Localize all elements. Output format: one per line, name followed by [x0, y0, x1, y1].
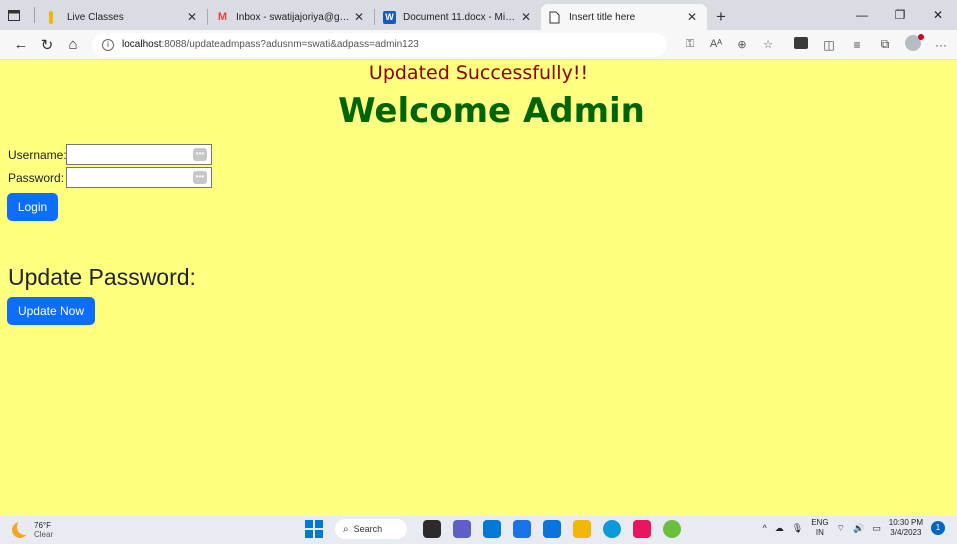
taskbar-apps: ⌕ Search: [305, 519, 687, 539]
notification-badge[interactable]: 1: [931, 521, 945, 535]
url-input[interactable]: i localhost:8088/updateadmpass?adusnm=sw…: [92, 32, 667, 57]
widgets-icon[interactable]: [483, 520, 501, 538]
tab-strip: Live Classes ✕ M Inbox - swatijajoriya@g…: [0, 0, 957, 30]
tab-word-document[interactable]: W Document 11.docx - Microsoft W ✕: [375, 4, 541, 30]
success-message: Updated Successfully!!: [368, 62, 589, 84]
refresh-icon[interactable]: ↻: [34, 33, 60, 57]
weather-widget[interactable]: 76°F Clear: [12, 521, 53, 539]
chevron-up-icon[interactable]: ^: [763, 523, 767, 533]
back-icon[interactable]: ←: [8, 33, 34, 57]
tab-title: Live Classes: [67, 11, 124, 23]
password-input[interactable]: •••: [66, 167, 212, 188]
collections-icon[interactable]: ⧉: [871, 37, 899, 52]
moon-icon: [12, 522, 28, 538]
cloud-icon[interactable]: ☁: [775, 523, 784, 534]
page-title: Welcome Admin: [338, 91, 645, 131]
task-view-icon[interactable]: [423, 520, 441, 538]
new-tab-button[interactable]: +: [707, 4, 735, 30]
search-label: Search: [353, 524, 383, 534]
username-row: Username: •••: [8, 144, 212, 165]
mail-icon[interactable]: [543, 520, 561, 538]
clock-date: 3/4/2023: [890, 528, 922, 537]
weather-temp: 76°F: [34, 521, 51, 530]
edge-icon[interactable]: [603, 520, 621, 538]
address-bar-row: ← ↻ ⌂ i localhost:8088/updateadmpass?adu…: [0, 30, 957, 60]
update-password-heading: Update Password:: [8, 264, 196, 290]
system-tray: ^ ☁ 🎙 ENG IN ⌔ 🔊 ▭ 10:30 PM 3/4/2023 1: [759, 518, 949, 538]
window-controls: — ❐ ✕: [843, 0, 957, 30]
language-indicator[interactable]: ENG IN: [811, 518, 828, 538]
tab-live-classes[interactable]: Live Classes ✕: [41, 4, 207, 30]
eclipse-icon[interactable]: [663, 520, 681, 538]
bookmark-icon: [49, 10, 53, 24]
key-icon[interactable]: ⚿: [677, 38, 703, 51]
tab-title: Inbox - swatijajoriya@gmail.com: [236, 11, 352, 23]
url-actions: ⚿ Aᴬ ⊕ ☆: [677, 38, 781, 51]
tab-title: Insert title here: [569, 11, 636, 23]
store-icon[interactable]: [513, 520, 531, 538]
taskbar-search[interactable]: ⌕ Search: [335, 519, 407, 539]
language-top: ENG: [811, 518, 829, 527]
page-icon: [549, 11, 560, 23]
clock-time: 10:30 PM: [888, 518, 923, 527]
windows-start-icon[interactable]: [305, 520, 323, 538]
tab-actions-button[interactable]: [0, 0, 28, 30]
close-icon[interactable]: ✕: [519, 10, 533, 24]
username-label: Username:: [8, 147, 67, 162]
word-icon: W: [383, 10, 396, 24]
url-host: localhost: [122, 39, 162, 50]
tab-title: Document 11.docx - Microsoft W: [403, 11, 519, 23]
language-bottom: IN: [815, 528, 824, 537]
restore-icon[interactable]: ❐: [881, 8, 919, 22]
close-icon[interactable]: ✕: [685, 10, 699, 24]
username-input[interactable]: •••: [66, 144, 212, 165]
browser-toolbar: ◫ ≡ ⧉ ···: [787, 34, 955, 54]
tab-insert-title[interactable]: Insert title here ✕: [541, 4, 707, 30]
password-row: Password: •••: [8, 167, 212, 188]
weather-desc: Clear: [34, 530, 54, 539]
file-explorer-icon[interactable]: [573, 520, 591, 538]
teams-chat-icon[interactable]: [453, 520, 471, 538]
tab-actions-icon: [8, 9, 20, 21]
tab-strip-divider: [34, 7, 35, 23]
close-icon[interactable]: ✕: [185, 10, 199, 24]
extension-icon[interactable]: [787, 37, 815, 52]
url-path: :8088/updateadmpass?adusnm=swati&adpass=…: [161, 39, 419, 50]
app-icon[interactable]: [633, 520, 651, 538]
login-button[interactable]: Login: [7, 193, 58, 221]
more-menu-icon[interactable]: ···: [927, 38, 955, 52]
minimize-icon[interactable]: —: [843, 8, 881, 22]
split-screen-icon[interactable]: ◫: [815, 38, 843, 52]
profile-avatar[interactable]: [899, 34, 927, 54]
read-aloud-icon[interactable]: Aᴬ: [703, 38, 729, 51]
close-icon[interactable]: ✕: [352, 10, 366, 24]
zoom-icon[interactable]: ⊕: [729, 38, 755, 51]
volume-icon[interactable]: 🔊: [853, 523, 864, 534]
taskbar: 76°F Clear ⌕ Search ^ ☁ 🎙 ENG IN ⌔ 🔊 ▭ 1…: [0, 516, 957, 544]
search-icon: ⌕: [343, 523, 349, 535]
home-icon[interactable]: ⌂: [60, 33, 86, 57]
wifi-icon[interactable]: ⌔: [837, 523, 845, 534]
password-label: Password:: [8, 170, 65, 185]
page-content: Updated Successfully!! Welcome Admin Use…: [0, 60, 957, 516]
update-now-button[interactable]: Update Now: [7, 297, 95, 325]
tab-gmail-inbox[interactable]: M Inbox - swatijajoriya@gmail.com ✕: [208, 4, 374, 30]
battery-icon[interactable]: ▭: [872, 523, 881, 534]
favorite-icon[interactable]: ☆: [755, 38, 781, 51]
clock[interactable]: 10:30 PM 3/4/2023: [889, 518, 923, 538]
favorites-list-icon[interactable]: ≡: [843, 38, 871, 52]
close-window-icon[interactable]: ✕: [919, 8, 957, 22]
password-manager-icon[interactable]: •••: [193, 171, 207, 184]
site-info-icon[interactable]: i: [102, 38, 114, 51]
gmail-icon: M: [217, 11, 228, 23]
password-manager-icon[interactable]: •••: [193, 148, 207, 161]
microphone-icon[interactable]: 🎙: [792, 523, 803, 534]
